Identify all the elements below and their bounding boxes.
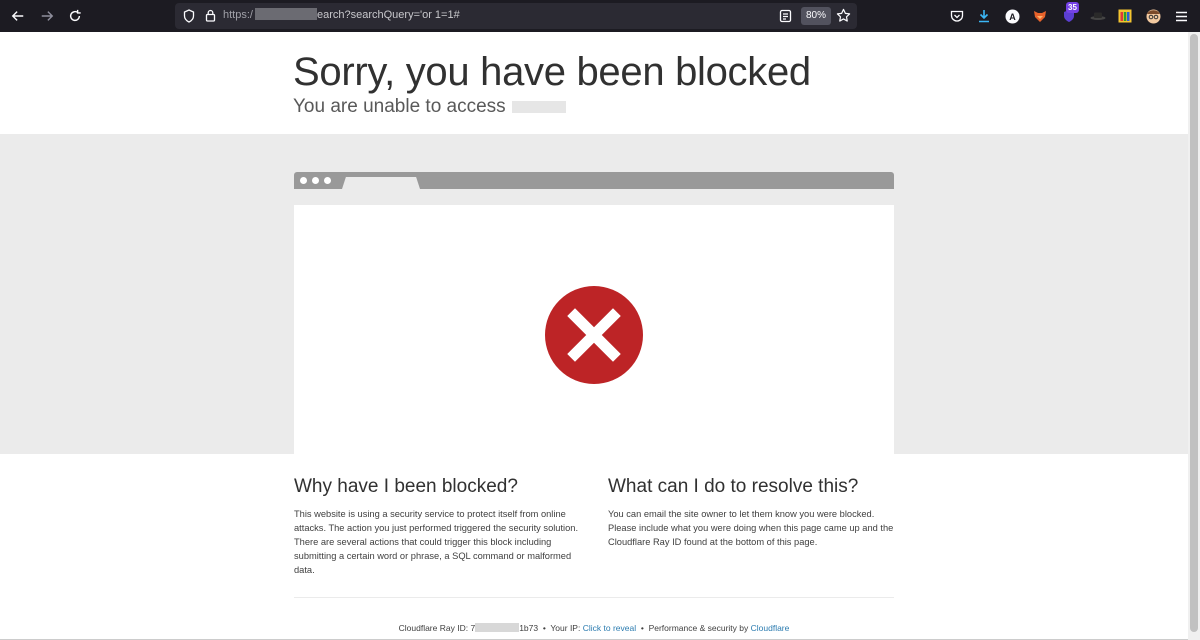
hat-extension-icon[interactable]	[1089, 7, 1107, 25]
reload-button[interactable]	[63, 4, 87, 28]
redacted-domain	[254, 8, 317, 20]
ray-id-suffix: 1b73	[519, 623, 539, 633]
face-extension-icon[interactable]	[1144, 7, 1162, 25]
page-subtitle: You are unable to access	[293, 96, 893, 118]
resolve-heading: What can I do to resolve this?	[608, 476, 859, 497]
forward-arrow-icon	[41, 11, 54, 21]
reader-view-icon[interactable]	[779, 9, 792, 23]
lock-icon[interactable]	[205, 9, 216, 22]
svg-text:A: A	[1009, 12, 1016, 22]
back-button[interactable]	[6, 4, 30, 28]
ip-label: Your IP:	[550, 623, 581, 633]
illustration-dot	[312, 177, 319, 184]
url-bar[interactable]: https:/ earch?searchQuery='or 1=1# 80%	[175, 3, 857, 29]
url-text[interactable]: https:/ earch?searchQuery='or 1=1#	[223, 8, 460, 21]
pocket-icon[interactable]	[948, 7, 966, 25]
illustration-tab	[342, 177, 420, 189]
illustration-dot	[324, 177, 331, 184]
url-path: earch?searchQuery='or 1=1#	[316, 9, 460, 21]
footer-divider	[294, 597, 894, 598]
extension-count-badge: 35	[1066, 2, 1079, 13]
footer-separator: •	[542, 623, 546, 633]
browser-toolbar: https:/earch?searchQuery='or 1=1# 80% A …	[0, 0, 1200, 32]
page-title: Sorry, you have been blocked	[293, 50, 811, 94]
cloudflare-footer: Cloudflare Ray ID: 7 1b73 • Your IP: Clic…	[294, 623, 894, 633]
color-extension-icon[interactable]	[1116, 7, 1134, 25]
page-header: Sorry, you have been blocked You are una…	[293, 50, 893, 118]
why-blocked-text: This website is using a security service…	[294, 509, 579, 575]
zoom-level-button[interactable]: 80%	[801, 7, 832, 25]
redacted-site-name	[511, 101, 566, 113]
url-protocol: https:/	[223, 9, 253, 21]
menu-hamburger-icon[interactable]	[1172, 7, 1190, 25]
ray-id-label: Cloudflare Ray ID:	[398, 623, 469, 633]
subtitle-text: You are unable to access	[293, 96, 506, 117]
cloudflare-link[interactable]: Cloudflare	[751, 623, 790, 633]
browser-illustration-window	[294, 205, 894, 455]
page-content: Sorry, you have been blocked You are una…	[0, 32, 1188, 640]
illustration-dot	[300, 177, 307, 184]
fox-extension-icon[interactable]	[1031, 7, 1049, 25]
account-avatar[interactable]: A	[1003, 7, 1021, 25]
download-icon[interactable]	[975, 7, 993, 25]
resolve-section: What can I do to resolve this? You can e…	[608, 475, 898, 549]
bookmark-star-icon[interactable]	[836, 8, 851, 23]
why-blocked-heading: Why have I been blocked?	[294, 476, 518, 497]
resolve-text: You can email the site owner to let them…	[608, 509, 894, 547]
footer-separator: •	[640, 623, 644, 633]
blocked-x-icon	[545, 286, 643, 384]
forward-button[interactable]	[35, 4, 59, 28]
redacted-ray-id	[475, 623, 520, 632]
browser-illustration-bar	[294, 172, 894, 189]
shield-icon[interactable]	[183, 9, 195, 23]
back-arrow-icon	[11, 11, 24, 21]
why-blocked-section: Why have I been blocked? This website is…	[294, 475, 580, 577]
reload-icon	[69, 9, 81, 22]
performance-label: Performance & security by	[648, 623, 749, 633]
scrollbar-thumb[interactable]	[1190, 34, 1198, 632]
reveal-ip-link[interactable]: Click to reveal	[583, 623, 636, 633]
